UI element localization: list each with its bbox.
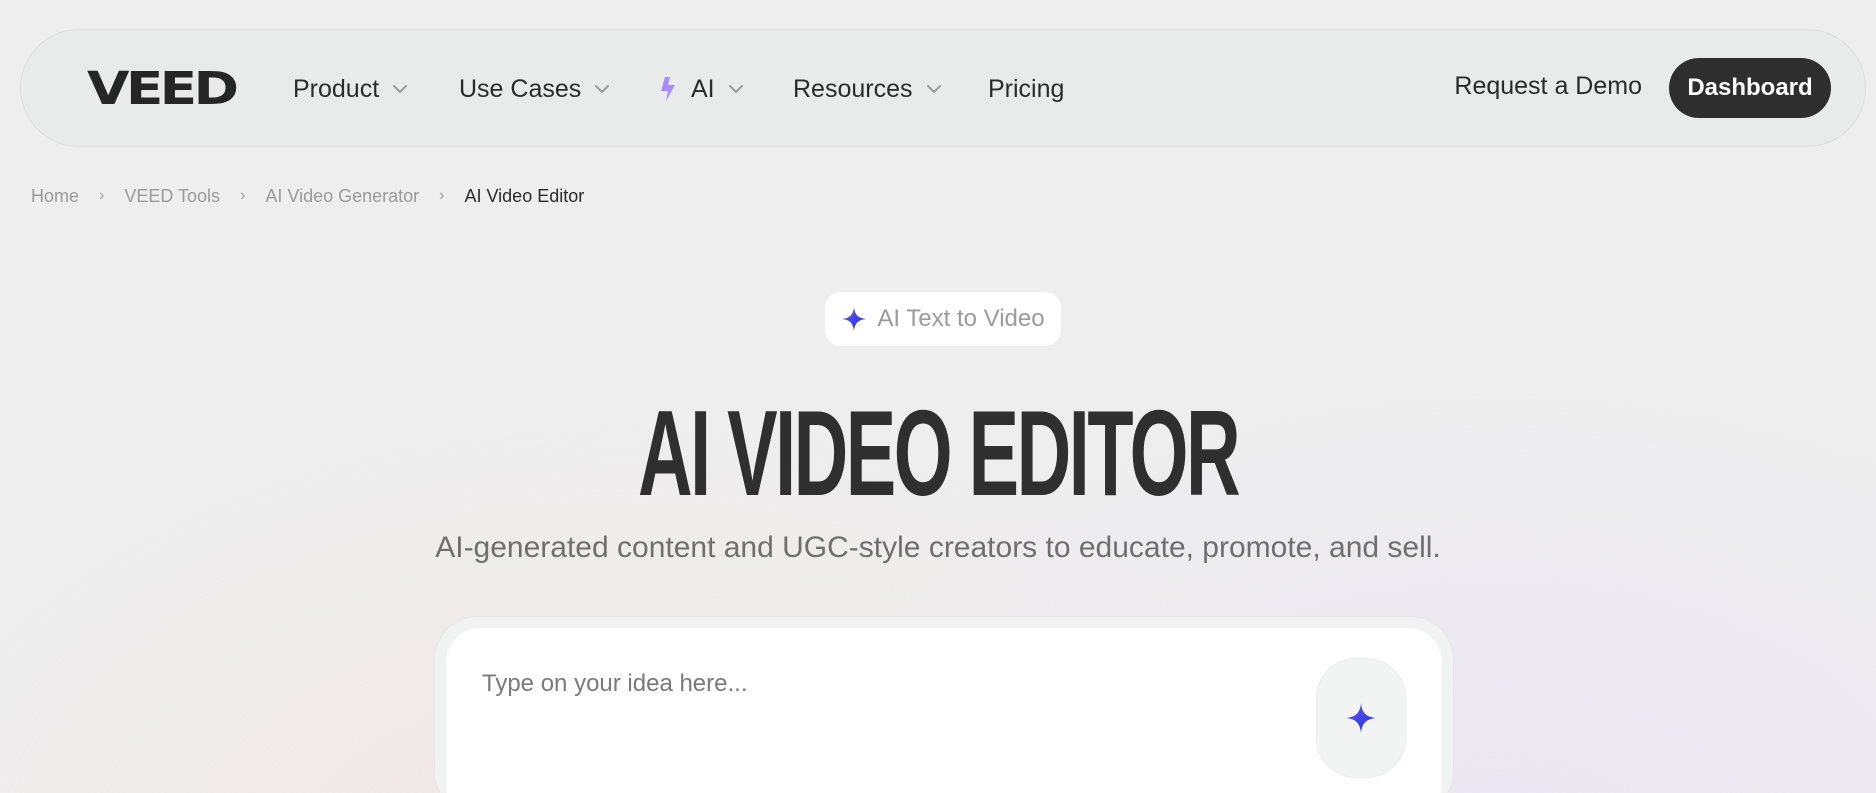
chevron-right-icon: › — [240, 187, 246, 204]
nav-product[interactable]: Product — [293, 72, 409, 106]
sparkle-icon — [1346, 703, 1376, 733]
nav-resources[interactable]: Resources — [793, 72, 943, 106]
ai-text-to-video-pill[interactable]: AI Text to Video — [825, 292, 1061, 346]
page-subtitle: AI-generated content and UGC-style creat… — [435, 531, 1441, 564]
chevron-down-icon — [728, 85, 743, 93]
bolt-icon — [661, 77, 675, 101]
nav-product-label: Product — [293, 74, 380, 103]
generate-button[interactable] — [1316, 658, 1406, 778]
nav-resources-label: Resources — [793, 74, 913, 103]
breadcrumb-current: AI Video Editor — [464, 185, 585, 206]
chevron-down-icon — [595, 85, 610, 93]
nav-ai[interactable]: AI — [657, 72, 745, 106]
nav-pricing[interactable]: Pricing — [988, 72, 1064, 106]
breadcrumb-ai-video-generator[interactable]: AI Video Generator — [265, 186, 419, 207]
logo-text: VEED — [87, 61, 239, 115]
page-title-text: AI VIDEO EDITOR — [637, 385, 1241, 521]
chevron-down-icon — [393, 85, 408, 93]
sparkle-icon — [842, 307, 867, 331]
breadcrumb-veed-tools[interactable]: VEED Tools — [124, 186, 220, 207]
idea-input[interactable] — [482, 664, 1282, 704]
chevron-down-icon — [926, 85, 941, 93]
breadcrumb-home[interactable]: Home — [31, 186, 79, 207]
dashboard-button[interactable]: Dashboard — [1669, 58, 1831, 118]
veed-logo[interactable]: VEED — [87, 66, 239, 111]
nav-use-cases-label: Use Cases — [459, 74, 582, 103]
nav-ai-label: AI — [691, 74, 715, 103]
pill-label: AI Text to Video — [877, 305, 1045, 332]
page-title: AI VIDEO EDITOR — [0, 392, 1876, 514]
chevron-right-icon: › — [99, 187, 105, 204]
request-demo-link[interactable]: Request a Demo — [1454, 72, 1642, 101]
nav-use-cases[interactable]: Use Cases — [459, 72, 611, 106]
breadcrumb: Home › VEED Tools › AI Video Generator ›… — [31, 184, 584, 208]
nav-pricing-label: Pricing — [988, 74, 1065, 103]
chevron-right-icon: › — [439, 187, 445, 204]
top-nav: VEED Product Use Cases AI Resources Pric… — [20, 29, 1866, 147]
prompt-card — [446, 628, 1442, 793]
